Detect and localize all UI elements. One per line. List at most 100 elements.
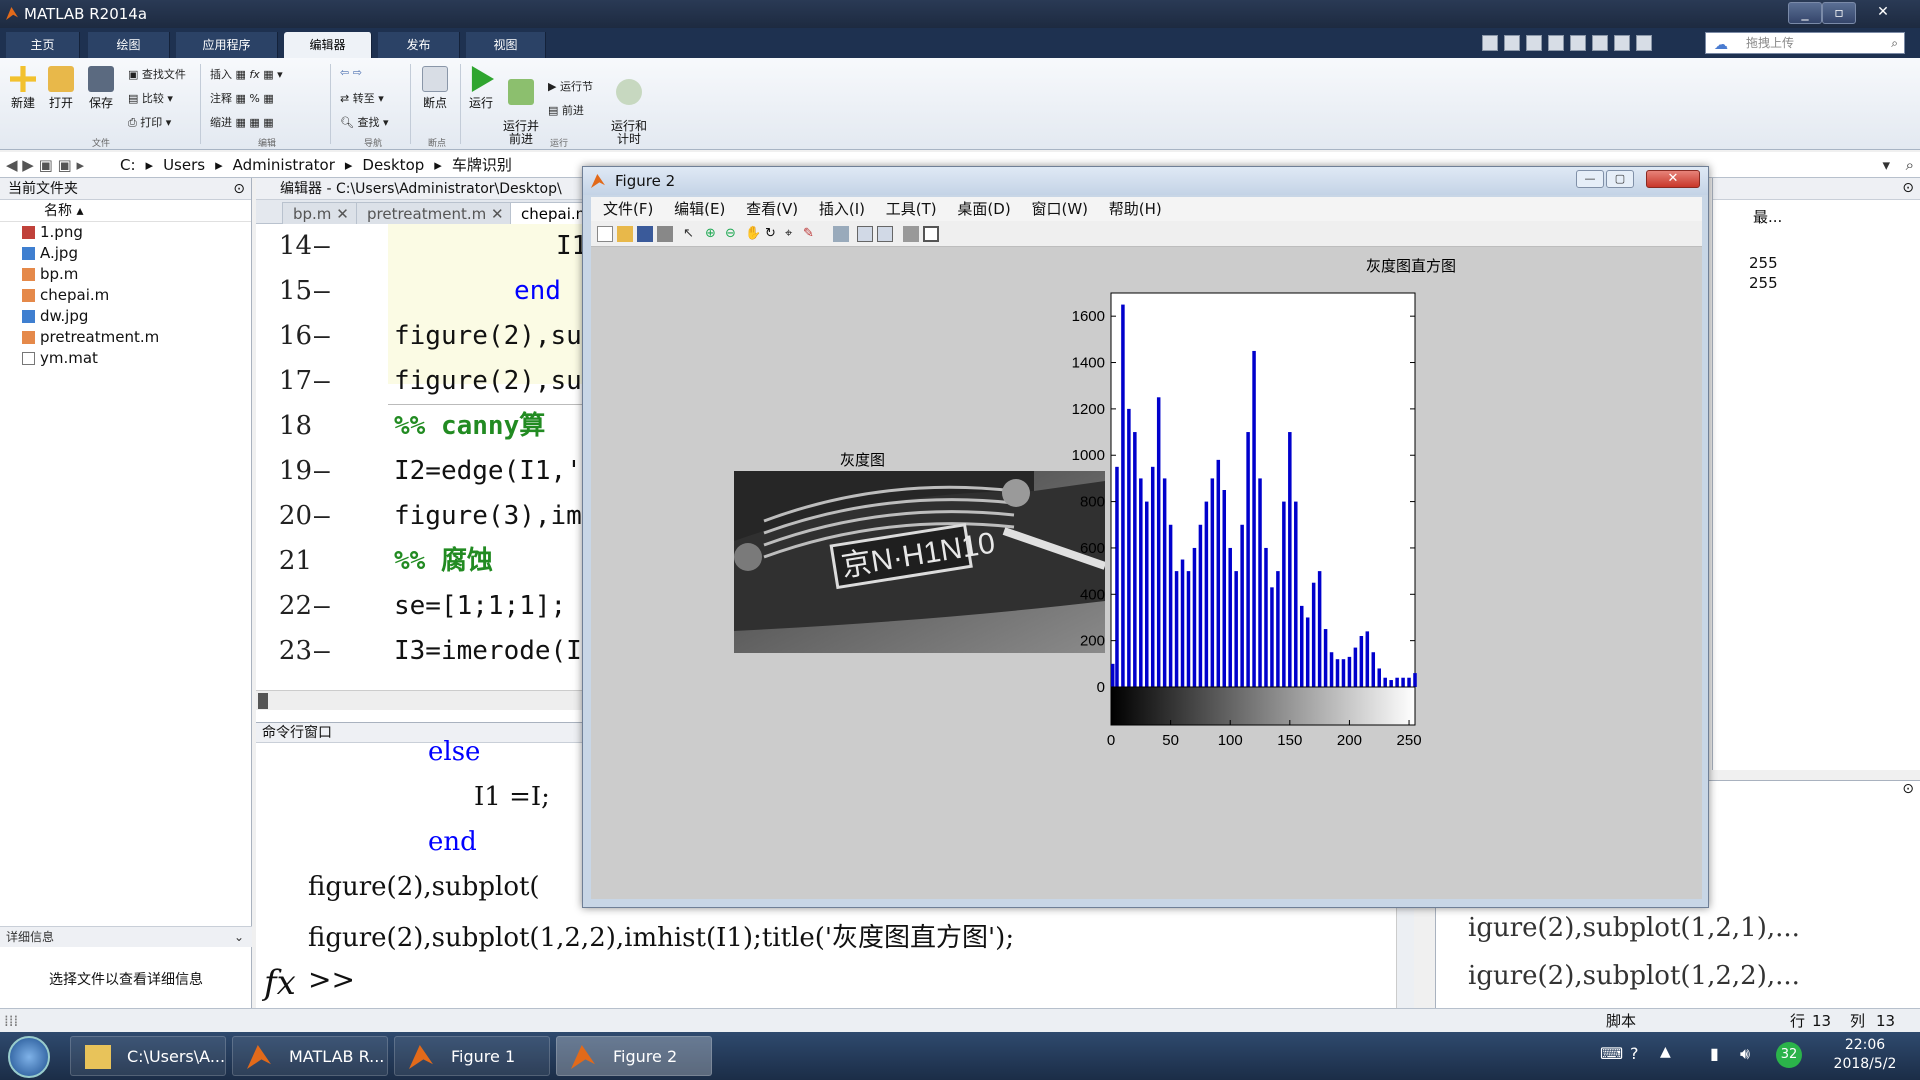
crumb-desktop[interactable]: Desktop (362, 152, 424, 178)
quick-paste-icon[interactable] (1548, 35, 1564, 51)
taskbar-figure1[interactable]: Figure 1 (394, 1036, 550, 1076)
security-badge[interactable]: 32 (1776, 1042, 1802, 1068)
open-button[interactable]: 打开 (44, 66, 78, 111)
find-button[interactable]: 🔍︎ 查找 ▾ (340, 114, 389, 130)
insert-button[interactable]: 插入 ▦ fx ▦ ▾ (210, 66, 283, 82)
print-figure-icon[interactable] (657, 226, 673, 242)
taskbar-figure2[interactable]: Figure 2 (556, 1036, 712, 1076)
network-icon[interactable]: ▮ (1710, 1044, 1719, 1063)
workspace-column-header[interactable]: 最... (1753, 206, 1782, 227)
legend-icon[interactable] (877, 226, 893, 242)
save-figure-icon[interactable] (637, 226, 653, 242)
taskbar-matlab[interactable]: MATLAB R... (232, 1036, 388, 1076)
figure-maximize-button[interactable]: ▢ (1606, 170, 1634, 188)
zoom-out-icon[interactable]: ⊖ (725, 226, 741, 242)
panel-menu-icon[interactable]: ⊙ (1902, 180, 1914, 196)
print-button[interactable]: ⎙ 打印 ▾ (128, 114, 171, 130)
indent-button[interactable]: 缩进 ▦ ▦ ▦ (210, 114, 274, 130)
start-button[interactable] (8, 1036, 50, 1078)
pan-icon[interactable]: ✋ (745, 226, 761, 242)
advance-button[interactable]: ▤ 前进 (548, 102, 584, 118)
tab-home[interactable]: 主页 (6, 32, 80, 58)
data-cursor-icon[interactable]: ⌖ (785, 226, 801, 242)
volume-icon[interactable]: 🔊︎ (1740, 1044, 1750, 1064)
find-files-button[interactable]: ▣ 查找文件 (128, 66, 186, 82)
tab-pretreatment[interactable]: pretreatment.m ✕ (356, 202, 515, 224)
tab-apps[interactable]: 应用程序 (176, 32, 278, 58)
file-item[interactable]: 1.png (0, 222, 251, 243)
pointer-icon[interactable]: ↖ (683, 226, 699, 242)
goto-button[interactable]: ⇄ 转至 ▾ (340, 90, 384, 106)
history-item[interactable]: igure(2),subplot(1,2,1),... (1468, 913, 1800, 943)
taskbar-explorer[interactable]: C:\Users\A... (70, 1036, 226, 1076)
colorbar-icon[interactable] (857, 226, 873, 242)
menu-help[interactable]: 帮助(H) (1109, 200, 1162, 218)
back-forward-icon[interactable]: ⇦ ⇨ (340, 66, 362, 79)
panel-menu-icon[interactable]: ⊙ (1902, 781, 1914, 797)
clock[interactable]: 22:06 2018/5/2 (1820, 1036, 1910, 1074)
hide-tools-icon[interactable] (903, 226, 919, 242)
code-area[interactable]: 14— I1 15— end 16— figure(2),sub 17— figure(… (256, 224, 586, 684)
quick-save-icon[interactable] (1482, 35, 1498, 51)
file-item[interactable]: A.jpg (0, 243, 251, 264)
quick-switch-icon[interactable] (1614, 35, 1630, 51)
tab-view[interactable]: 视图 (466, 32, 546, 58)
close-button[interactable]: ✕ (1866, 2, 1900, 24)
menu-tools[interactable]: 工具(T) (886, 200, 937, 218)
search-icon[interactable]: ⌕ (1891, 33, 1898, 53)
quick-undo-icon[interactable] (1570, 35, 1586, 51)
menu-desktop[interactable]: 桌面(D) (957, 200, 1010, 218)
figure-close-button[interactable]: ✕ (1646, 170, 1700, 188)
new-figure-icon[interactable] (597, 226, 613, 242)
open-file-icon[interactable] (617, 226, 633, 242)
tab-plots[interactable]: 绘图 (88, 32, 170, 58)
crumb-admin[interactable]: Administrator (233, 152, 335, 178)
file-item[interactable]: chepai.m (0, 285, 251, 306)
figure-minimize-button[interactable]: — (1576, 170, 1604, 188)
tab-editor[interactable]: 编辑器 (284, 32, 372, 58)
fx-icon[interactable]: fx (264, 963, 296, 1003)
crumb-drive[interactable]: C: (120, 152, 136, 178)
file-item[interactable]: bp.m (0, 264, 251, 285)
menu-view[interactable]: 查看(V) (746, 200, 798, 218)
file-item[interactable]: pretreatment.m (0, 327, 251, 348)
menu-edit[interactable]: 编辑(E) (674, 200, 725, 218)
name-column-header[interactable]: 名称 ▴ (0, 200, 251, 222)
quick-help-icon[interactable] (1636, 35, 1652, 51)
address-search-icon[interactable]: ⌕ (1906, 152, 1914, 178)
minimize-button[interactable]: _ (1788, 2, 1822, 24)
quick-redo-icon[interactable] (1592, 35, 1608, 51)
quick-cut-icon[interactable] (1504, 35, 1520, 51)
menu-insert[interactable]: 插入(I) (819, 200, 865, 218)
rotate-icon[interactable]: ↻ (765, 226, 781, 242)
tab-publish[interactable]: 发布 (378, 32, 460, 58)
tray-expand-icon[interactable]: ▲ (1660, 1044, 1671, 1060)
file-item[interactable]: dw.jpg (0, 306, 251, 327)
vertical-scrollbar[interactable] (1396, 907, 1414, 1009)
show-tools-icon[interactable] (923, 226, 939, 242)
compare-button[interactable]: ▤ 比较 ▾ (128, 90, 173, 106)
quick-copy-icon[interactable] (1526, 35, 1542, 51)
comment-button[interactable]: 注释 ▦ % ▦ (210, 90, 274, 106)
run-advance-button[interactable]: 运行并 前进 (500, 66, 542, 146)
menu-window[interactable]: 窗口(W) (1031, 200, 1088, 218)
link-icon[interactable] (833, 226, 849, 242)
address-dropdown-icon[interactable]: ▾ (1882, 152, 1890, 178)
menu-file[interactable]: 文件(F) (603, 200, 653, 218)
run-section-button[interactable]: ▶ 运行节 (548, 78, 593, 94)
panel-menu-icon[interactable]: ⊙ (233, 178, 245, 200)
scroll-thumb[interactable] (258, 693, 268, 709)
crumb-folder[interactable]: 车牌识别 (452, 152, 512, 178)
maximize-button[interactable]: ▫ (1822, 2, 1856, 24)
run-time-button[interactable]: 运行和 计时 (608, 66, 650, 146)
zoom-in-icon[interactable]: ⊕ (705, 226, 721, 242)
keyboard-icon[interactable]: ⌨ (1600, 1044, 1623, 1063)
help-icon[interactable]: ? (1630, 1044, 1639, 1063)
breakpoints-button[interactable]: 断点 (418, 66, 452, 111)
run-button[interactable]: 运行 (464, 66, 498, 111)
tab-bp[interactable]: bp.m ✕ (282, 202, 360, 224)
new-button[interactable]: 新建 (6, 66, 40, 111)
chevron-down-icon[interactable]: ⌄ (234, 927, 244, 947)
horizontal-scrollbar[interactable] (256, 690, 586, 710)
crumb-users[interactable]: Users (163, 152, 205, 178)
